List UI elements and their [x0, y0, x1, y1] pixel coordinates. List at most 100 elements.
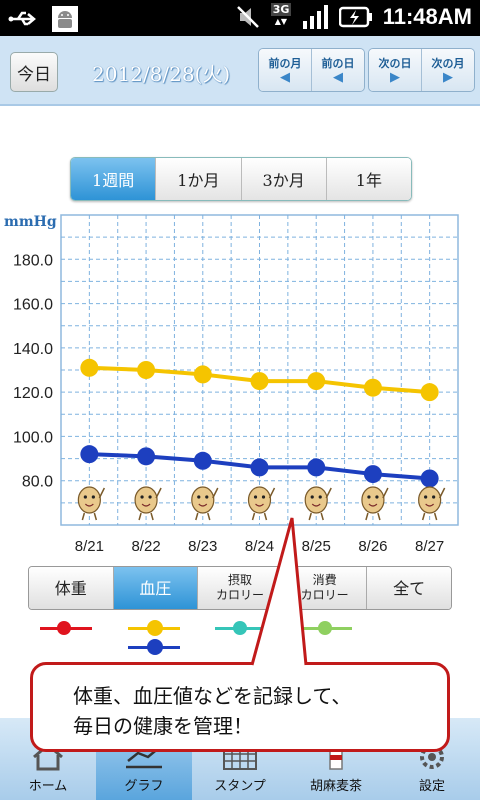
nav-stamp-label: スタンプ: [214, 779, 266, 794]
sesame-character-icon: [418, 486, 442, 514]
left-arrow-icon: ◀: [333, 70, 343, 85]
sesame-character-icon: [191, 486, 215, 514]
data-point: [363, 378, 382, 397]
tab-calorie-burned[interactable]: 消費 カロリー: [282, 567, 368, 609]
y-tick-label: 140.0: [13, 341, 53, 358]
next-day-label: 次の日: [378, 57, 412, 70]
x-tick-label: 8/26: [358, 538, 387, 555]
x-tick-label: 8/21: [75, 538, 104, 555]
next-month-button[interactable]: 次の月 ▶: [422, 49, 474, 91]
data-point: [250, 372, 269, 391]
tab-1-month[interactable]: 1か月: [156, 158, 242, 200]
tab-blood-pressure[interactable]: 血圧: [113, 567, 199, 609]
tab-weight[interactable]: 体重: [29, 567, 114, 609]
character-eye: [367, 495, 371, 499]
data-point: [250, 458, 269, 477]
nav-settings-label: 設定: [418, 779, 445, 794]
data-point: [193, 365, 212, 384]
data-point: [307, 372, 326, 391]
android-debug-icon: [52, 6, 78, 32]
character-eye: [424, 495, 428, 499]
battery-icon: [338, 6, 372, 28]
data-point: [137, 447, 156, 466]
sesame-character-icon: [134, 486, 158, 514]
callout-line-1: 体重、血圧値などを記録して、: [73, 684, 352, 708]
tab-calorie-intake[interactable]: 摂取 カロリー: [198, 567, 283, 609]
right-arrow-icon: ▶: [443, 70, 453, 85]
left-arrow-icon: ◀: [280, 70, 290, 85]
data-type-selector: 体重 血圧 摂取 カロリー 消費 カロリー 全て: [28, 566, 452, 610]
status-bar: 3G ▲▼ 11:48AM: [0, 0, 480, 36]
character-eye: [205, 495, 209, 499]
x-tick-label: 8/23: [188, 538, 217, 555]
data-point: [420, 469, 439, 488]
y-tick-label: 160.0: [13, 297, 53, 314]
data-point: [80, 358, 99, 377]
period-selector: 1週間 1か月 3か月 1年: [70, 157, 412, 201]
data-point: [363, 465, 382, 484]
character-eye: [83, 495, 87, 499]
character-eye: [310, 495, 314, 499]
next-nav-group: 次の日 ▶ 次の月 ▶: [368, 48, 475, 92]
legend-weight-dot: [57, 621, 71, 635]
network-indicator: 3G ▲▼: [270, 3, 292, 26]
y-tick-label: 80.0: [22, 474, 53, 491]
data-point: [137, 361, 156, 379]
y-tick-label: 120.0: [13, 385, 53, 402]
signal-icon: [302, 5, 328, 29]
sesame-character-icon: [304, 486, 328, 514]
x-tick-label: 8/22: [131, 538, 160, 555]
blood-pressure-chart: mmHg 180.0 160.0 140.0 120.0 100.0 80.0 8/21 8/2…: [4, 214, 459, 555]
y-axis-unit: mmHg: [4, 214, 57, 230]
next-day-button[interactable]: 次の日 ▶: [369, 49, 422, 91]
nav-graph-label: グラフ: [124, 779, 164, 794]
prev-day-label: 前の日: [321, 57, 355, 70]
x-tick-label: 8/24: [245, 538, 274, 555]
promo-callout: 体重、血圧値などを記録して、 毎日の健康を管理！: [30, 662, 450, 752]
date-header: 今日 2012/8/28(火) 前の月 ◀ 前の日 ◀ 次の日 ▶ 次の月 ▶: [0, 36, 480, 106]
sesame-character-icon: [361, 486, 385, 514]
character-eye: [148, 495, 152, 499]
character-eye: [375, 495, 379, 499]
legend-burned-dot: [318, 621, 332, 635]
data-point: [307, 458, 326, 477]
character-eye: [261, 495, 266, 499]
tab-calorie-burned-line2: カロリー: [300, 588, 349, 602]
tab-all[interactable]: 全て: [367, 567, 451, 609]
tab-1-week[interactable]: 1週間: [71, 158, 157, 200]
tab-3-months[interactable]: 3か月: [241, 158, 327, 200]
character-eye: [91, 495, 95, 499]
character-eye: [253, 495, 258, 499]
data-point: [193, 451, 212, 470]
data-point: [420, 383, 439, 402]
tab-calorie-intake-line2: カロリー: [215, 588, 264, 602]
legend-diastolic-dot: [147, 639, 163, 655]
x-tick-label: 8/25: [302, 538, 331, 555]
nav-home-label: ホーム: [28, 779, 68, 794]
character-eye: [432, 495, 436, 499]
sesame-character-icon: [247, 486, 272, 514]
y-tick-label: 100.0: [13, 429, 53, 446]
legend-systolic-dot: [147, 620, 163, 636]
tab-calorie-intake-line1: 摂取: [227, 573, 252, 587]
clock: 11:48AM: [382, 4, 472, 29]
prev-day-button[interactable]: 前の日 ◀: [312, 49, 364, 91]
callout-text: 体重、血圧値などを記録して、 毎日の健康を管理！: [73, 681, 351, 741]
character-eye: [197, 495, 201, 499]
prev-month-button[interactable]: 前の月 ◀: [259, 49, 312, 91]
right-arrow-icon: ▶: [390, 70, 400, 85]
today-button[interactable]: 今日: [10, 52, 58, 92]
usb-icon: [8, 11, 36, 26]
y-tick-label: 180.0: [13, 252, 53, 269]
prev-month-label: 前の月: [268, 57, 302, 70]
tab-calorie-burned-line1: 消費: [312, 573, 337, 587]
callout-line-2: 毎日の健康を管理！: [73, 714, 253, 738]
prev-nav-group: 前の月 ◀ 前の日 ◀: [258, 48, 365, 92]
current-date: 2012/8/28(火): [92, 62, 231, 86]
data-point: [80, 445, 99, 464]
tab-1-year[interactable]: 1年: [326, 158, 411, 200]
nav-tea-label: 胡麻麦茶: [309, 779, 362, 794]
sesame-character-icon: [77, 486, 101, 514]
network-type: 3G: [270, 3, 292, 16]
character-eye: [140, 495, 144, 499]
